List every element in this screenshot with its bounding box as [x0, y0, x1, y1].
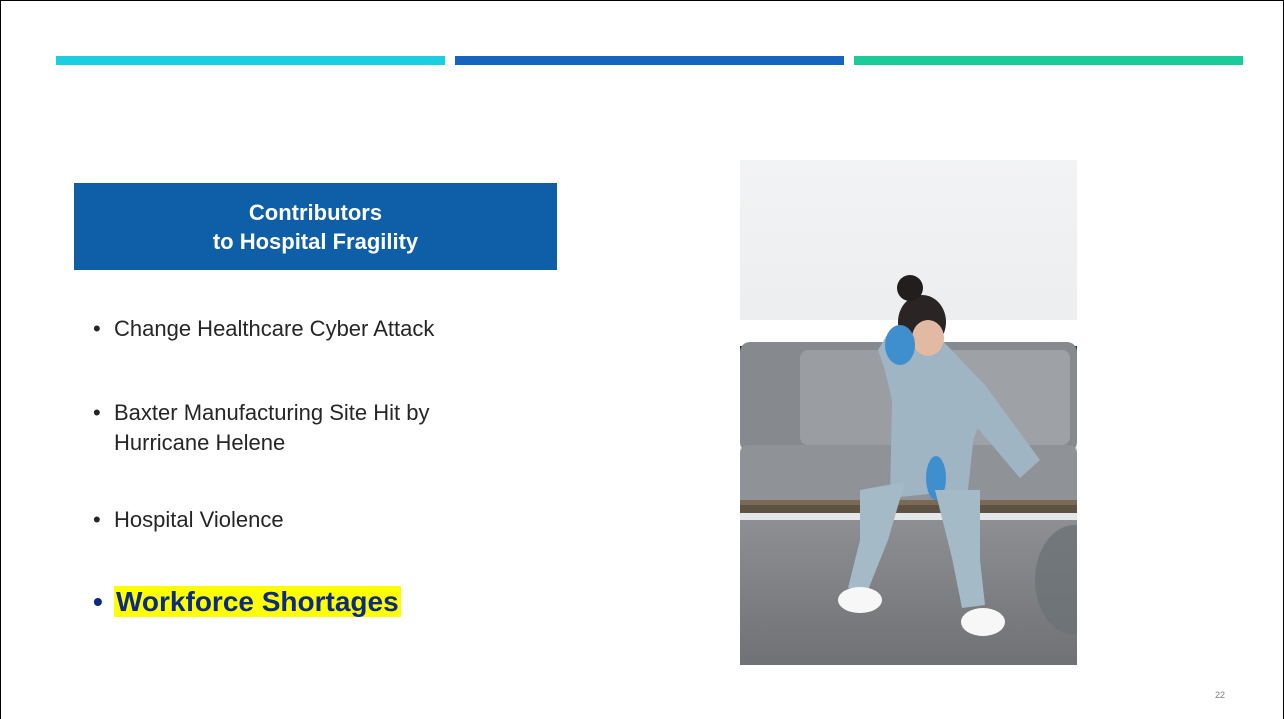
page-number: 22 [1214, 690, 1225, 700]
nurse-photo [740, 160, 1077, 665]
accent-bar-cyan [56, 56, 445, 65]
bullet-text: Hospital Violence [114, 507, 284, 532]
bullet-marker: • [93, 400, 101, 425]
bullet-marker: • [93, 507, 101, 532]
slide-title-line-1: Contributors [248, 199, 383, 225]
highlighted-text: Workforce Shortages [114, 586, 401, 617]
accent-bar-green [854, 56, 1243, 65]
slide: Contributors to Hospital Fragility • Cha… [0, 0, 1284, 719]
bullet-marker: • [93, 316, 101, 341]
bullet-text-line-1: Baxter Manufacturing Site Hit by [114, 400, 430, 425]
bullet-text: Baxter Manufacturing Site Hit by Hurrica… [114, 398, 594, 458]
bullet-marker: • [93, 586, 103, 617]
nurse-photo-illustration [740, 160, 1077, 665]
bullet-text-line-2: Hurricane Helene [114, 430, 286, 455]
slide-title-box: Contributors to Hospital Fragility [74, 183, 557, 270]
accent-bar-blue [455, 56, 844, 65]
bullet-text: Change Healthcare Cyber Attack [114, 316, 435, 341]
slide-title-line-2: to Hospital Fragility [212, 228, 419, 254]
bullet-text: Workforce Shortages [114, 583, 594, 621]
